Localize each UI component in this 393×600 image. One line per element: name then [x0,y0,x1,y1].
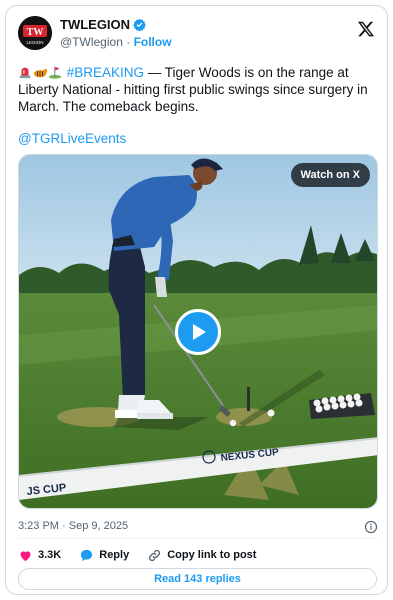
author-name-row: TWLEGION [60,17,172,32]
reply-label: Reply [99,549,130,561]
x-logo-icon[interactable] [357,20,375,38]
divider [18,538,377,539]
tiger-icon [33,68,47,78]
tweet-card: TW LEGION TWLEGION @TWlegion · Follow #B… [5,5,388,595]
reply-bubble-icon [81,549,93,561]
tweet-text: #BREAKING — Tiger Woods is on the range … [18,64,378,115]
separator-dot: · [126,35,131,49]
timestamp-row: 3:23 PM · Sep 9, 2025 [18,520,378,536]
info-icon[interactable] [364,520,378,534]
hashtag-link[interactable]: #BREAKING [67,65,144,80]
tweet-header: TW LEGION TWLEGION @TWlegion · Follow [18,16,377,56]
author-names: TWLEGION @TWlegion · Follow [60,17,172,49]
copy-link-button[interactable]: Copy link to post [147,548,256,563]
tweet-timestamp[interactable]: 3:23 PM · Sep 9, 2025 [18,520,128,532]
avatar[interactable]: TW LEGION [18,16,52,50]
handle-row: @TWlegion · Follow [60,35,172,49]
avatar-logo-subtext: LEGION [26,40,43,45]
golf-flag-icon [48,66,62,79]
play-button[interactable] [175,309,221,355]
mention-link[interactable]: @TGRLiveEvents [18,131,126,146]
like-count: 3.3K [38,549,62,561]
play-icon [193,324,206,340]
avatar-logo-text: TW [27,27,44,38]
copy-link-label: Copy link to post [167,549,257,561]
like-button[interactable]: 3.3K [18,548,61,563]
author-handle[interactable]: @TWlegion [60,35,123,49]
reply-button[interactable]: Reply [79,548,129,563]
link-icon [149,549,161,561]
follow-button[interactable]: Follow [134,35,172,49]
author-display-name[interactable]: TWLEGION [60,17,130,32]
action-bar: 3.3K Reply Copy link to post [18,546,274,564]
heart-icon [20,550,31,561]
watch-on-x-button[interactable]: Watch on X [290,163,370,187]
verified-badge-icon [133,18,146,31]
read-replies-button[interactable]: Read 143 replies [18,568,377,590]
video-player[interactable]: JS CUP NEXUS CUP Watch on X [18,154,378,509]
rotating-light-icon [19,67,31,79]
